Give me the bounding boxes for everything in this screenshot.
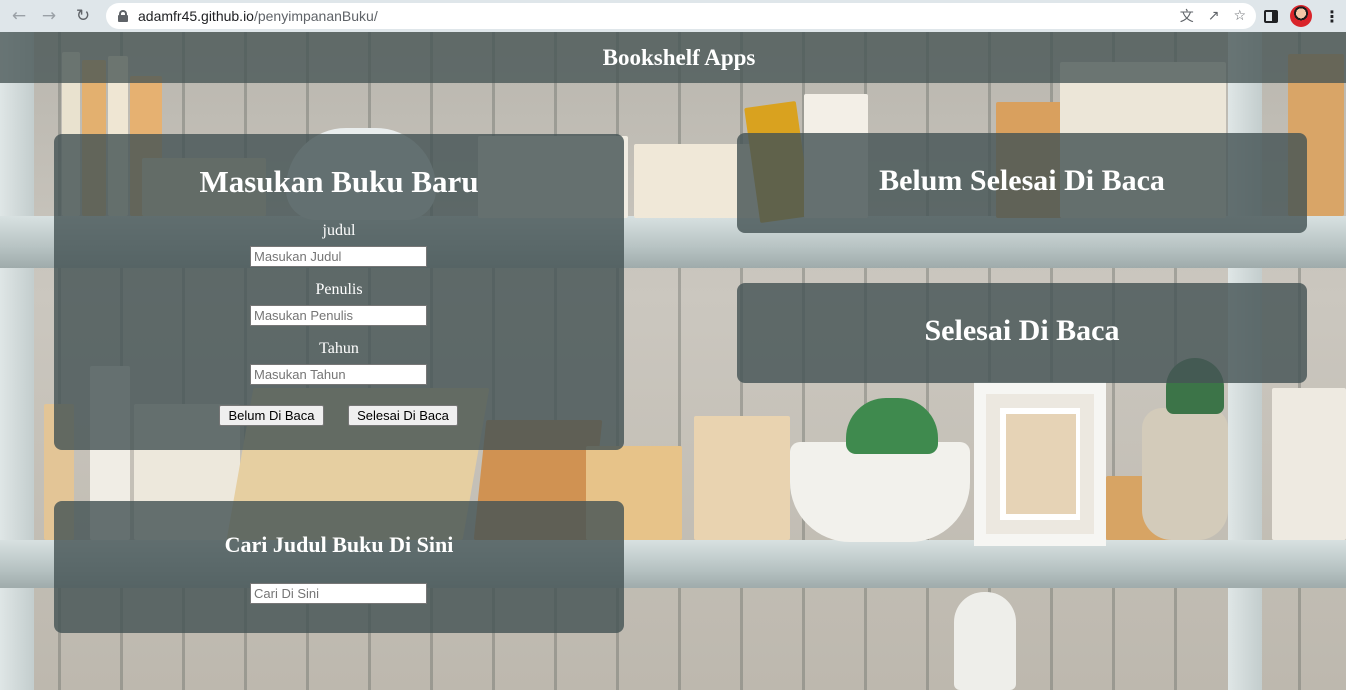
url-path: /penyimpananBuku/ (253, 8, 378, 24)
incomplete-section-heading: Belum Selesai Di Baca (879, 164, 1165, 197)
title-label: judul (322, 222, 356, 239)
input-book-section: Masukan Buku Baru judul Penulis Tahun Be… (54, 134, 624, 450)
translate-icon[interactable]: 文 (1180, 6, 1194, 26)
planter-decor (790, 442, 970, 542)
year-input[interactable] (250, 364, 427, 385)
search-input[interactable] (250, 583, 427, 604)
frame-inner-decor (1006, 414, 1076, 514)
year-label: Tahun (319, 340, 359, 357)
forward-icon[interactable]: → (34, 1, 64, 31)
browser-toolbar: ← → ↻ adamfr45.github.io/penyimpananBuku… (0, 0, 1346, 32)
url-host: adamfr45.github.io (138, 8, 254, 24)
side-panel-icon[interactable] (1264, 9, 1278, 23)
star-icon[interactable]: ☆ (1233, 8, 1246, 24)
complete-section-heading: Selesai Di Baca (924, 314, 1120, 347)
address-bar[interactable]: adamfr45.github.io/penyimpananBuku/ 文 ↗ … (106, 3, 1256, 29)
author-input[interactable] (250, 305, 427, 326)
read-submit-button[interactable]: Selesai Di Baca (348, 405, 458, 426)
complete-bookshelf-section: Selesai Di Baca (737, 283, 1307, 383)
app-title: Bookshelf Apps (602, 44, 756, 70)
shelf-upright-left (0, 32, 34, 690)
reload-icon[interactable]: ↻ (68, 1, 98, 31)
back-icon[interactable]: ← (4, 1, 34, 31)
share-icon[interactable]: ↗ (1208, 8, 1220, 24)
input-section-heading: Masukan Buku Baru (199, 164, 479, 199)
unread-submit-button[interactable]: Belum Di Baca (219, 405, 324, 426)
succulent-decor (846, 398, 938, 454)
author-label: Penulis (315, 281, 363, 298)
search-section-heading: Cari Judul Buku Di Sini (224, 532, 454, 557)
title-input[interactable] (250, 246, 427, 267)
jug-decor (1142, 408, 1228, 540)
book-stack (694, 416, 790, 540)
app-header: Bookshelf Apps (0, 32, 1346, 83)
menu-icon[interactable]: ⋮ (1324, 7, 1340, 26)
incomplete-bookshelf-section: Belum Selesai Di Baca (737, 133, 1307, 233)
page-viewport: Bookshelf Apps Masukan Buku Baru judul P… (0, 32, 1346, 690)
profile-avatar[interactable] (1290, 5, 1312, 27)
book-spine (1272, 388, 1346, 540)
lock-icon[interactable] (118, 10, 128, 22)
lantern-decor (954, 592, 1016, 690)
search-book-section: Cari Judul Buku Di Sini (54, 501, 624, 633)
